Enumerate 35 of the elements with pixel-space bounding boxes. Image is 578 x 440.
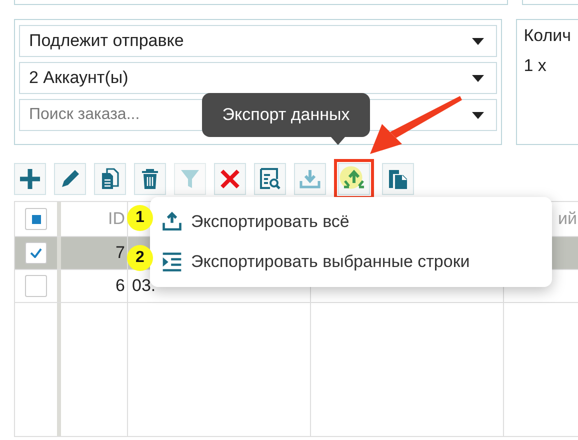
tooltip: Экспорт данных [202, 93, 370, 137]
caret-icon [472, 112, 484, 118]
toolbar-button[interactable] [14, 163, 46, 195]
funnel-icon [178, 167, 202, 191]
plus-icon [18, 167, 42, 191]
download-icon [298, 167, 322, 191]
toolbar-button[interactable] [134, 163, 166, 195]
table-cell: 7 [116, 243, 125, 263]
panel-label: Колич [524, 26, 571, 46]
document-search-icon [258, 167, 282, 191]
upload-arrows-icon [342, 167, 366, 191]
column-header: ID [108, 209, 125, 229]
dropdown[interactable]: Подлежит отправке [19, 25, 497, 57]
toolbar-button[interactable] [214, 163, 246, 195]
tooltip-pointer-icon [331, 137, 345, 145]
panel-edge [522, 0, 578, 5]
toolbar-button[interactable] [382, 163, 414, 195]
caret-icon [472, 38, 484, 44]
row-checkbox[interactable] [25, 242, 47, 264]
upload-icon [161, 211, 183, 233]
select-all-checkbox[interactable] [25, 208, 47, 230]
toolbar-button[interactable] [94, 163, 126, 195]
check-icon [30, 248, 42, 258]
paste-icon [386, 167, 410, 191]
cross-icon [218, 167, 242, 191]
menu-item[interactable]: Экспортировать всё [150, 202, 552, 242]
table-cell: 6 [116, 276, 125, 296]
panel-value: 1 x [524, 56, 548, 76]
column-header: ий [558, 209, 577, 229]
step-badge: 1 [127, 205, 153, 231]
indent-rows-icon [161, 251, 183, 273]
toolbar-button[interactable] [254, 163, 286, 195]
toolbar-button[interactable] [54, 163, 86, 195]
row-checkbox[interactable] [25, 275, 47, 297]
caret-icon [472, 74, 484, 82]
